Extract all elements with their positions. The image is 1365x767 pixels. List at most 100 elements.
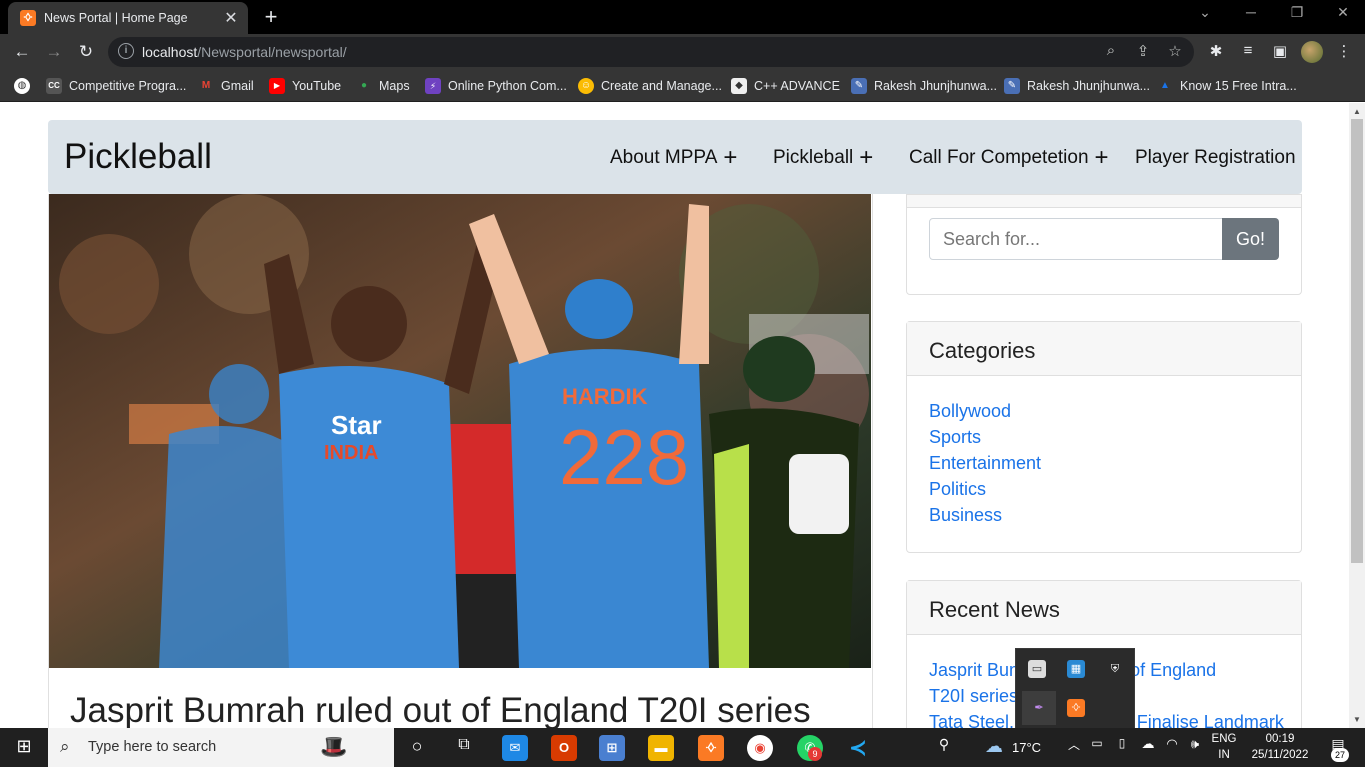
post-title[interactable]: Jasprit Bumrah ruled out of England T20I… xyxy=(70,691,811,728)
nav-call-for-competetion[interactable]: Call For Competetion + xyxy=(909,144,1109,171)
search-card: Search for... Go! xyxy=(906,194,1302,295)
taskbar-search-box[interactable]: ⌕ Type here to search 🎩 xyxy=(48,728,394,767)
category-link-bollywood[interactable]: Bollywood xyxy=(929,398,1279,424)
chrome-app-icon[interactable]: ◉ xyxy=(747,735,773,761)
hero-illustration: Star INDIA HARDIK 228 xyxy=(49,194,871,668)
side-panel-icon[interactable]: ▣ xyxy=(1269,42,1291,60)
bookmark-item[interactable]: ☺ Create and Manage... xyxy=(578,77,722,95)
file-explorer-icon[interactable]: ▬ xyxy=(648,735,674,761)
hero-jersey-number: 228 xyxy=(559,413,689,501)
vscode-app-icon[interactable]: ≺ xyxy=(845,735,871,761)
bookmark-item[interactable]: ✎ Rakesh Jhunjhunwa... xyxy=(1004,77,1150,95)
menu-kebab-icon[interactable]: ⋮ xyxy=(1333,42,1355,60)
post-hero-image[interactable]: Star INDIA HARDIK 228 xyxy=(49,194,871,668)
network-app-icon[interactable]: ▦ xyxy=(1067,660,1085,678)
bookmark-item[interactable]: ⚡ Online Python Com... xyxy=(425,77,567,95)
close-tab-icon[interactable]: ✕ xyxy=(222,8,240,28)
show-hidden-icons-chevron-icon[interactable]: ︿ xyxy=(1066,736,1082,760)
category-link-business[interactable]: Business xyxy=(929,502,1279,528)
battery-icon[interactable]: ▭ xyxy=(1088,736,1106,760)
search-input[interactable]: Search for... xyxy=(929,218,1223,260)
category-link-sports[interactable]: Sports xyxy=(929,424,1279,450)
scroll-down-arrow-icon[interactable]: ▼ xyxy=(1353,715,1361,724)
search-go-button[interactable]: Go! xyxy=(1222,218,1279,260)
share-icon[interactable]: ⇪ xyxy=(1133,42,1153,60)
scroll-up-arrow-icon[interactable]: ▲ xyxy=(1353,107,1361,116)
nav-about-mppa[interactable]: About MPPA + xyxy=(610,146,737,170)
hero-country-text: INDIA xyxy=(324,442,378,464)
bookmark-item[interactable]: ▶ YouTube xyxy=(269,77,341,95)
bolt-icon: ⚡ xyxy=(425,78,441,94)
xampp-favicon-icon: ꕻ xyxy=(20,10,36,26)
language-code[interactable]: ENG xyxy=(1208,733,1240,745)
category-link-entertainment[interactable]: Entertainment xyxy=(929,450,1279,476)
hero-jersey-name: HARDIK xyxy=(562,384,648,409)
people-icon[interactable]: ⚲ xyxy=(934,736,954,760)
onedrive-icon[interactable]: ☁ xyxy=(1138,736,1158,760)
profile-avatar[interactable] xyxy=(1301,41,1323,63)
media-playlist-icon[interactable]: ≡ xyxy=(1237,42,1259,59)
tab-search-chevron-icon[interactable]: ⌄ xyxy=(1182,4,1228,21)
tab-title: News Portal | Home Page xyxy=(44,11,188,25)
plus-icon: + xyxy=(859,144,874,171)
scrollbar-thumb[interactable] xyxy=(1351,119,1363,563)
bookmark-item[interactable]: M Gmail xyxy=(198,77,254,95)
back-button[interactable]: ← xyxy=(10,40,34,64)
windows-start-icon[interactable]: ⊞ xyxy=(12,736,36,760)
new-tab-button[interactable]: + xyxy=(258,4,284,30)
bookmark-item[interactable]: ▲ Know 15 Free Intra... xyxy=(1157,77,1297,95)
page-scrollbar[interactable]: ▲ ▼ xyxy=(1349,103,1365,728)
web-page: Pickleball About MPPA + Pickleball + Call … xyxy=(0,103,1349,728)
taskbar-search-placeholder: Type here to search xyxy=(88,739,217,755)
minimize-button[interactable]: ─ xyxy=(1228,4,1274,20)
article-icon: ✎ xyxy=(1004,78,1020,94)
zoom-icon[interactable]: ⌕ xyxy=(1101,42,1121,59)
bookmark-star-icon[interactable]: ☆ xyxy=(1165,42,1185,60)
close-window-button[interactable]: ✕ xyxy=(1320,4,1365,21)
site-brand[interactable]: Pickleball xyxy=(64,137,212,177)
address-bar[interactable]: i localhost/Newsportal/newsportal/ ⌕ ⇪ ☆ xyxy=(108,37,1194,67)
maps-icon: ● xyxy=(360,80,368,91)
feather-icon[interactable]: ✒ xyxy=(1030,699,1048,717)
site-info-icon[interactable]: i xyxy=(118,43,134,59)
restore-button[interactable]: ❐ xyxy=(1274,4,1320,21)
volume-icon[interactable]: 🕪 xyxy=(1185,736,1205,760)
nav-pickleball[interactable]: Pickleball + xyxy=(773,144,874,171)
site-navbar: Pickleball About MPPA + Pickleball + Call … xyxy=(48,120,1302,194)
smile-icon: ☺ xyxy=(578,78,594,94)
display-icon[interactable]: ▭ xyxy=(1028,660,1046,678)
youtube-icon: ▶ xyxy=(269,78,285,94)
xampp-app-icon[interactable]: ꕻ xyxy=(698,735,724,761)
bookmark-item[interactable]: ◆ C++ ADVANCE xyxy=(731,77,840,95)
plus-icon: + xyxy=(1094,144,1109,171)
bookmark-item[interactable]: ✎ Rakesh Jhunjhunwa... xyxy=(851,77,997,95)
clock-date[interactable]: 25/11/2022 xyxy=(1248,749,1312,761)
nav-player-registration[interactable]: Player Registration xyxy=(1135,147,1296,169)
security-shield-icon[interactable]: ⛨ xyxy=(1106,660,1124,678)
reload-button[interactable]: ↻ xyxy=(74,40,98,64)
apps-globe-icon[interactable]: ◍ xyxy=(14,77,37,95)
recent-news-title: Recent News xyxy=(907,581,1301,635)
task-view-icon[interactable]: ⧉ xyxy=(452,736,476,760)
wifi-icon[interactable]: ◠ xyxy=(1162,736,1182,760)
weather-icon[interactable]: ☁ xyxy=(982,736,1006,760)
clock-time[interactable]: 00:19 xyxy=(1248,733,1312,745)
extensions-icon[interactable]: ✱ xyxy=(1205,42,1227,60)
store-app-icon[interactable]: ⊞ xyxy=(599,735,625,761)
temperature-text[interactable]: 17°C xyxy=(1012,740,1041,755)
bookmark-item[interactable]: CC Competitive Progra... xyxy=(46,77,186,95)
xampp-tray-icon[interactable]: ꕻ xyxy=(1067,699,1085,717)
mail-app-icon[interactable]: ✉ xyxy=(502,735,528,761)
forward-button[interactable]: → xyxy=(42,40,66,64)
browser-tab-strip: ꕻ News Portal | Home Page ✕ + ⌄ ─ ❐ ✕ xyxy=(0,0,1365,34)
office-app-icon[interactable]: O xyxy=(551,735,577,761)
cortana-icon[interactable]: ○ xyxy=(405,736,429,760)
categories-list: Bollywood Sports Entertainment Politics … xyxy=(907,376,1301,528)
category-link-politics[interactable]: Politics xyxy=(929,476,1279,502)
language-region[interactable]: IN xyxy=(1208,749,1240,761)
phone-link-icon[interactable]: ▯ xyxy=(1113,736,1131,760)
browser-tab-active[interactable]: ꕻ News Portal | Home Page ✕ xyxy=(8,2,248,34)
categories-title: Categories xyxy=(907,322,1301,376)
bookmark-item[interactable]: ● Maps xyxy=(356,77,410,95)
categories-card: Categories Bollywood Sports Entertainmen… xyxy=(906,321,1302,553)
